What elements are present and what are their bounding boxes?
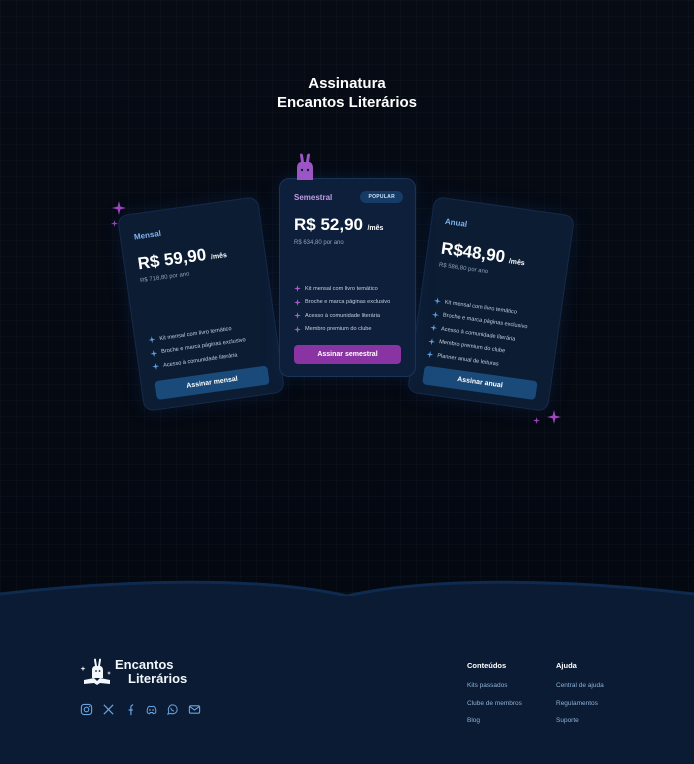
feature-item: Membro premium do clube [294, 323, 390, 337]
sparkle-icon [148, 336, 156, 344]
price-period: /mês [210, 251, 228, 262]
footer-link-clube-de-membros[interactable]: Clube de membros [467, 700, 522, 718]
footer-link-blog[interactable]: Blog [467, 717, 522, 735]
footer-column-ajuda: Ajuda Central de ajuda Regulamentos Supo… [556, 661, 604, 735]
feature-text: Acesso à comunidade literária [305, 312, 380, 319]
x-icon[interactable] [102, 703, 115, 716]
feature-list: Kit mensal com livro temático Broche e m… [425, 294, 530, 374]
feature-item: Broche e marca páginas exclusivo [294, 296, 390, 310]
footer-column-heading: Conteúdos [467, 661, 507, 670]
feature-list: Kit mensal com livro temático Broche e m… [294, 282, 390, 336]
plan-card-mensal: Mensal R$ 59,90 /mês R$ 718,80 por ano K… [116, 196, 286, 412]
plan-name: Anual [444, 216, 468, 229]
facebook-icon[interactable] [123, 703, 136, 716]
footer-column-heading: Ajuda [556, 661, 577, 670]
plan-card-anual: Anual R$48,90 /mês R$ 586,80 por ano Kit… [406, 196, 576, 412]
sparkle-icon [112, 201, 126, 215]
mail-icon[interactable] [188, 703, 201, 716]
plan-card-semestral: Semestral POPULAR R$ 52,90 /mês R$ 634,8… [279, 178, 416, 377]
sparkle-icon [294, 285, 301, 293]
logo-line1: Encantos [115, 657, 174, 672]
price-value: R$ 52,90 [294, 215, 363, 234]
sparkle-icon [432, 311, 439, 319]
feature-text: Kit mensal com livro temático [305, 285, 378, 292]
sparkle-icon [426, 351, 434, 359]
sparkle-icon [533, 417, 540, 424]
logo-line2: Literários [128, 671, 188, 686]
sparkle-icon [547, 410, 561, 424]
footer-link-regulamentos[interactable]: Regulamentos [556, 700, 604, 718]
yearly-price: R$ 718,80 por ano [139, 271, 190, 285]
sparkle-icon [430, 324, 438, 332]
feature-list: Kit mensal com livro temático Broche e m… [148, 320, 249, 373]
popular-badge: POPULAR [360, 191, 403, 203]
sparkle-icon [294, 325, 301, 333]
page-title-line2: Encantos Literários [276, 94, 418, 111]
price-period: /mês [508, 258, 526, 268]
feature-text: Membro premium do clube [305, 326, 372, 333]
sparkle-icon [150, 349, 158, 357]
price-value: R$48,90 [439, 238, 507, 267]
footer-link-kits-passados[interactable]: Kits passados [467, 682, 522, 700]
social-links [80, 703, 209, 716]
price-value: R$ 59,90 [136, 244, 208, 274]
footer-link-suporte[interactable]: Suporte [556, 717, 604, 735]
footer-column-conteudos: Conteúdos Kits passados Clube de membros… [467, 661, 522, 735]
subscribe-semestral-button[interactable]: Assinar semestral [294, 345, 401, 364]
plan-name: Semestral [294, 193, 333, 202]
plan-name: Mensal [133, 228, 162, 242]
feature-text: Broche e marca páginas exclusivo [305, 299, 391, 306]
whatsapp-icon[interactable] [166, 703, 179, 716]
feature-item: Kit mensal com livro temático [294, 282, 390, 296]
logo-wordmark: Encantos Literários [115, 658, 187, 686]
plan-price: R$ 59,90 /mês [136, 242, 227, 274]
yearly-price: R$ 634,80 por ano [294, 240, 344, 246]
page-title-line1: Assinatura [308, 75, 386, 92]
sparkle-icon [152, 363, 160, 371]
sparkle-icon [294, 312, 301, 320]
sparkle-icon [111, 220, 118, 227]
bunny-mascot-icon [297, 153, 313, 180]
footer-link-central-de-ajuda[interactable]: Central de ajuda [556, 682, 604, 700]
discord-icon[interactable] [145, 703, 158, 716]
sparkle-icon [428, 337, 436, 345]
plan-price: R$ 52,90 /mês [294, 215, 383, 235]
sparkle-icon [433, 297, 441, 305]
instagram-icon[interactable] [80, 703, 93, 716]
feature-item: Acesso à comunidade literária [294, 309, 390, 323]
price-period: /mês [367, 225, 384, 232]
page-title: Assinatura Encantos Literários [0, 74, 694, 112]
sparkle-icon [294, 298, 301, 306]
